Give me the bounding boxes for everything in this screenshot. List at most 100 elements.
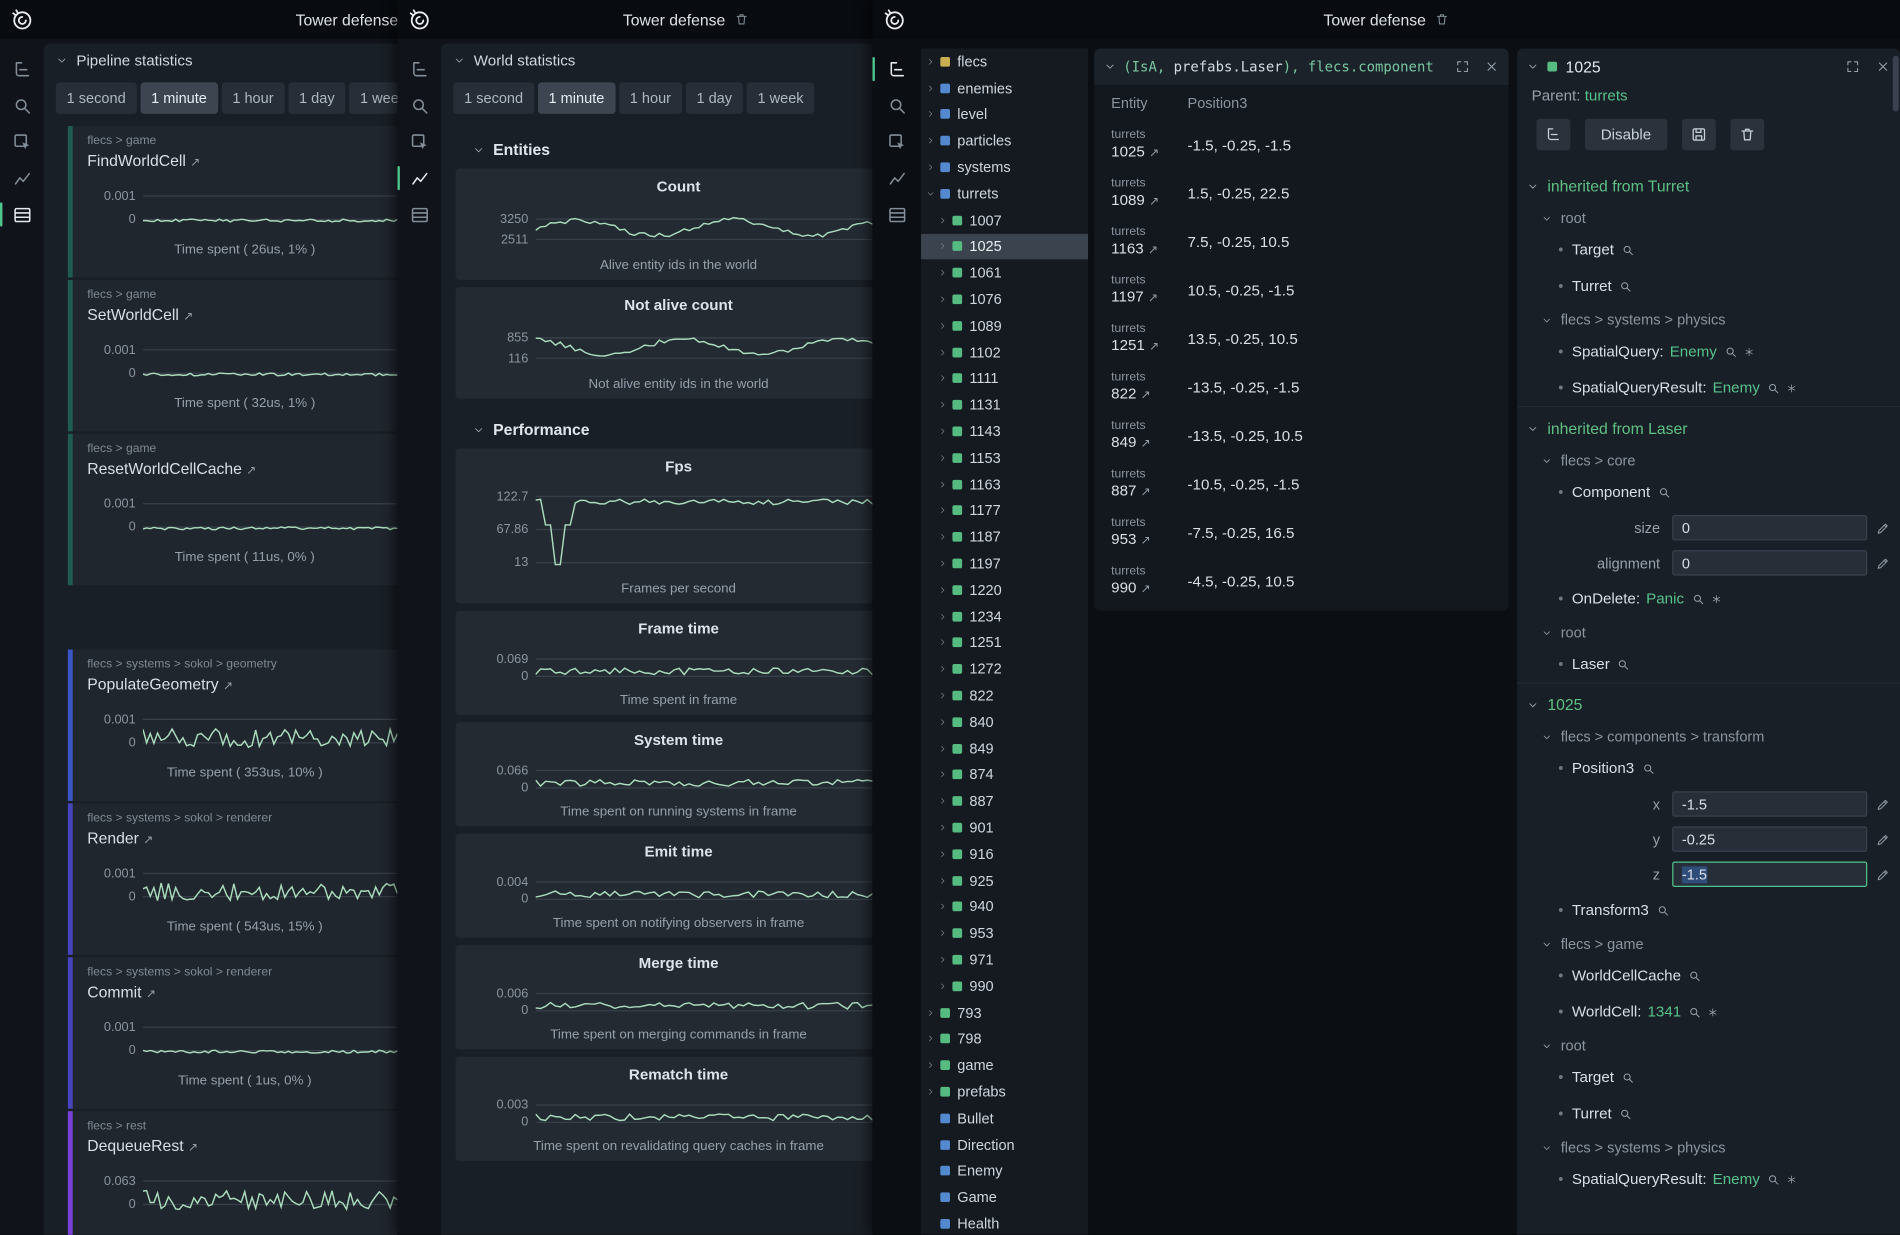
tree-item-Direction[interactable]: Direction (921, 1131, 1088, 1157)
search-component-button[interactable] (1621, 1071, 1634, 1084)
tree-item-916[interactable]: 916 (921, 841, 1088, 867)
component-item-OnDelete[interactable]: •OnDelete:Panic (1517, 580, 1900, 616)
rail-button-search[interactable] (872, 87, 920, 123)
tree-item-940[interactable]: 940 (921, 894, 1088, 920)
tree-item-1131[interactable]: 1131 (921, 392, 1088, 418)
system-link[interactable]: SetWorldCell ↗ (87, 305, 397, 323)
titlebar[interactable]: Tower defense (397, 0, 872, 39)
delete-button[interactable] (1730, 119, 1764, 151)
search-component-button[interactable] (1619, 279, 1632, 292)
query-row-entity[interactable]: turrets1251 ↗ (1111, 322, 1187, 356)
edit-field-button[interactable] (1876, 520, 1891, 535)
component-group-header[interactable]: flecs > components > transform (1517, 721, 1900, 750)
tree-item-1061[interactable]: 1061 (921, 260, 1088, 286)
time-range-1-minute[interactable]: 1 minute (538, 82, 616, 114)
rail-button-inspector[interactable] (397, 124, 441, 160)
rail-button-tree-view[interactable] (397, 51, 441, 87)
component-item-Target[interactable]: •Target (1517, 231, 1900, 267)
search-component-button[interactable] (1657, 485, 1670, 498)
query-result-row[interactable]: turrets822 ↗-13.5, -0.25, -1.5 (1094, 364, 1508, 412)
query-result-row[interactable]: turrets1251 ↗13.5, -0.25, 10.5 (1094, 315, 1508, 363)
search-component-button[interactable] (1656, 903, 1669, 916)
tree-item-798[interactable]: 798 (921, 1026, 1088, 1052)
time-range-1-second[interactable]: 1 second (453, 82, 534, 114)
component-group-header[interactable]: flecs > core (1517, 445, 1900, 474)
section-header[interactable]: inherited from Laser (1517, 406, 1900, 445)
system-link[interactable]: DequeueRest ↗ (87, 1137, 397, 1155)
system-link[interactable]: ResetWorldCellCache ↗ (87, 459, 397, 477)
tree-item-874[interactable]: 874 (921, 762, 1088, 788)
search-component-button[interactable] (1617, 657, 1630, 670)
tree-item-turrets[interactable]: turrets (921, 181, 1088, 207)
query-result-row[interactable]: turrets1197 ↗10.5, -0.25, -1.5 (1094, 267, 1508, 315)
time-range-1-day[interactable]: 1 day (686, 82, 743, 114)
tree-item-Enemy[interactable]: Enemy (921, 1158, 1088, 1184)
scrollbar-thumb[interactable] (1893, 56, 1899, 112)
search-component-button[interactable] (1767, 1172, 1780, 1185)
tree-item-systems[interactable]: systems (921, 154, 1088, 180)
close-inspector-button[interactable] (1876, 59, 1891, 74)
alignment-input[interactable]: 0 (1672, 550, 1867, 575)
tree-item-971[interactable]: 971 (921, 946, 1088, 972)
tree-item-901[interactable]: 901 (921, 814, 1088, 840)
component-group-header[interactable]: root (1517, 617, 1900, 646)
query-input[interactable]: (IsA, prefabs.Laser), flecs.components (1123, 58, 1433, 75)
rail-button-statistics[interactable] (0, 196, 44, 232)
tree-item-1007[interactable]: 1007 (921, 207, 1088, 233)
y-input[interactable]: -0.25 (1672, 826, 1867, 851)
query-result-row[interactable]: turrets953 ↗-7.5, -0.25, 16.5 (1094, 509, 1508, 557)
component-group-header[interactable]: flecs > game (1517, 928, 1900, 957)
tree-item-1251[interactable]: 1251 (921, 630, 1088, 656)
close-query-button[interactable] (1484, 59, 1499, 74)
tree-item-849[interactable]: 849 (921, 735, 1088, 761)
tree-item-Bullet[interactable]: Bullet (921, 1105, 1088, 1131)
component-item-Turret[interactable]: •Turret (1517, 1095, 1900, 1131)
query-row-entity[interactable]: turrets1197 ↗ (1111, 274, 1187, 308)
parent-link[interactable]: turrets (1585, 87, 1628, 104)
section-header[interactable]: 1025 (1517, 682, 1900, 721)
time-range-1-hour[interactable]: 1 hour (221, 82, 284, 114)
query-row-entity[interactable]: turrets887 ↗ (1111, 468, 1187, 502)
tree-item-1187[interactable]: 1187 (921, 524, 1088, 550)
system-link[interactable]: FindWorldCell ↗ (87, 151, 397, 169)
time-range-1-minute[interactable]: 1 minute (140, 82, 218, 114)
edit-field-button[interactable] (1876, 797, 1891, 812)
query-result-row[interactable]: turrets1089 ↗1.5, -0.25, 22.5 (1094, 170, 1508, 218)
tree-item-1234[interactable]: 1234 (921, 603, 1088, 629)
x-input[interactable]: -1.5 (1672, 791, 1867, 816)
tree-item-925[interactable]: 925 (921, 867, 1088, 893)
edit-field-button[interactable] (1876, 556, 1891, 571)
rail-button-statistics[interactable] (872, 196, 920, 232)
component-group-header[interactable]: root (1517, 202, 1900, 231)
search-component-button[interactable] (1691, 592, 1704, 605)
tree-item-1143[interactable]: 1143 (921, 418, 1088, 444)
tree-item-1089[interactable]: 1089 (921, 313, 1088, 339)
save-button[interactable] (1682, 119, 1716, 151)
query-row-entity[interactable]: turrets1089 ↗ (1111, 177, 1187, 211)
rail-button-charts[interactable] (0, 160, 44, 196)
tree-item-flecs[interactable]: flecs (921, 48, 1088, 74)
search-component-button[interactable] (1688, 1005, 1701, 1018)
expand-query-button[interactable] (1455, 59, 1470, 74)
tree-item-1177[interactable]: 1177 (921, 497, 1088, 523)
time-range-1-day[interactable]: 1 day (288, 82, 345, 114)
tree-item-1197[interactable]: 1197 (921, 550, 1088, 576)
tree-item-prefabs[interactable]: prefabs (921, 1079, 1088, 1105)
system-link[interactable]: PopulateGeometry ↗ (87, 675, 397, 693)
component-group-header[interactable]: flecs > systems > physics (1517, 304, 1900, 333)
tree-item-particles[interactable]: particles (921, 128, 1088, 154)
component-item-Turret[interactable]: •Turret (1517, 268, 1900, 304)
tree-item-1076[interactable]: 1076 (921, 286, 1088, 312)
search-component-button[interactable] (1688, 969, 1701, 982)
query-row-entity[interactable]: turrets990 ↗ (1111, 565, 1187, 599)
tree-item-enemies[interactable]: enemies (921, 75, 1088, 101)
size-input[interactable]: 0 (1672, 515, 1867, 540)
tree-item-1220[interactable]: 1220 (921, 577, 1088, 603)
query-result-row[interactable]: turrets1163 ↗7.5, -0.25, 10.5 (1094, 218, 1508, 266)
rail-button-inspector[interactable] (872, 124, 920, 160)
tree-item-953[interactable]: 953 (921, 920, 1088, 946)
time-range-1-hour[interactable]: 1 hour (619, 82, 682, 114)
expand-inspector-button[interactable] (1845, 59, 1860, 74)
rail-button-statistics[interactable] (397, 196, 441, 232)
query-result-row[interactable]: turrets1025 ↗-1.5, -0.25, -1.5 (1094, 121, 1508, 169)
